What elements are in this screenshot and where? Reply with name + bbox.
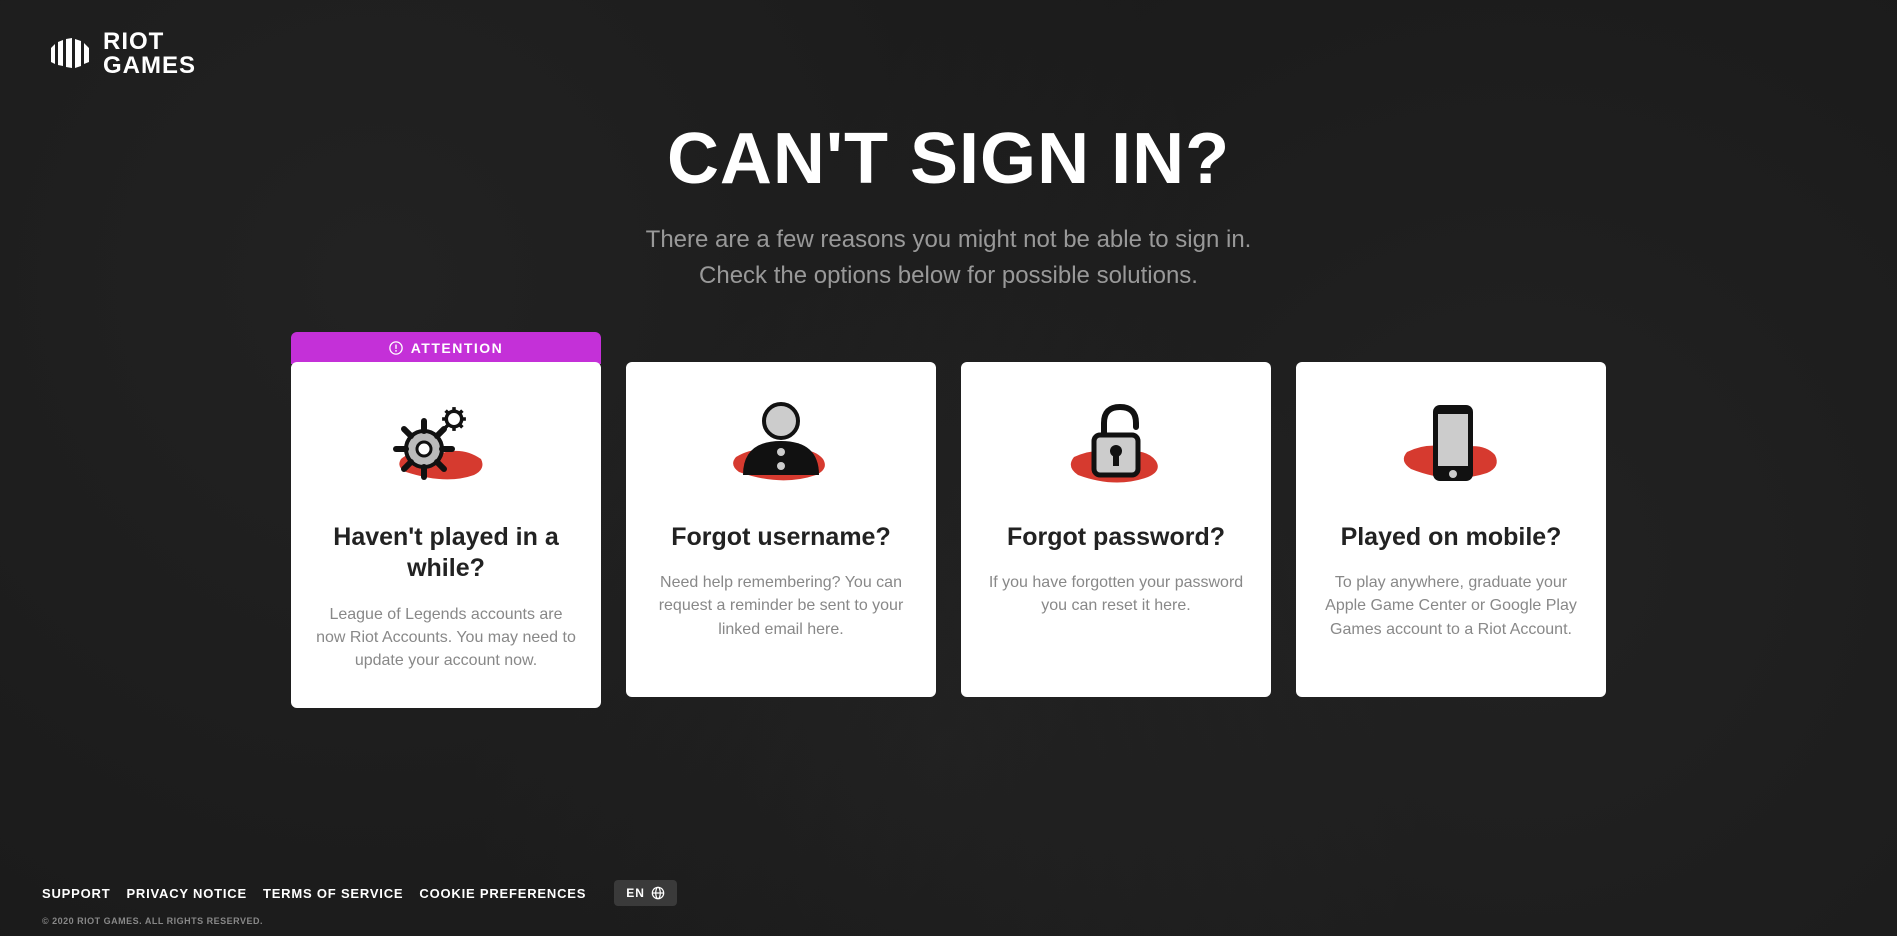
card-title: Forgot username? (650, 522, 912, 553)
card-forgot-username: Forgot username? Need help remembering? … (626, 362, 936, 708)
card-title: Forgot password? (985, 522, 1247, 553)
language-selector[interactable]: EN (614, 880, 677, 906)
footer-link-privacy[interactable]: PRIVACY NOTICE (126, 886, 247, 901)
card-title: Played on mobile? (1320, 522, 1582, 553)
header: RIOT GAMES (0, 0, 1897, 108)
footer-links: SUPPORT PRIVACY NOTICE TERMS OF SERVICE … (42, 880, 1855, 906)
card-title: Haven't played in a while? (315, 522, 577, 585)
footer-link-cookie[interactable]: COOKIE PREFERENCES (419, 886, 586, 901)
globe-icon (651, 886, 665, 900)
page-title: CAN'T SIGN IN? (667, 118, 1230, 200)
footer-link-support[interactable]: SUPPORT (42, 886, 110, 901)
attention-banner: ATTENTION (291, 332, 601, 364)
alert-icon (389, 341, 403, 355)
lock-icon (985, 392, 1247, 502)
page-subtitle: There are a few reasons you might not be… (646, 222, 1252, 294)
fist-icon (45, 30, 93, 78)
card-forgot-password: Forgot password? If you have forgotten y… (961, 362, 1271, 708)
logo-text: RIOT GAMES (103, 30, 196, 78)
card-desc: If you have forgotten your password you … (985, 571, 1247, 617)
card-desc: To play anywhere, graduate your Apple Ga… (1320, 571, 1582, 641)
footer-link-terms[interactable]: TERMS OF SERVICE (263, 886, 403, 901)
card-havent-played: ATTENTION (291, 362, 601, 708)
cards-container: ATTENTION (291, 332, 1606, 708)
main-content: CAN'T SIGN IN? There are a few reasons y… (0, 108, 1897, 862)
gear-icon (315, 392, 577, 502)
card-played-mobile-body[interactable]: Played on mobile? To play anywhere, grad… (1296, 362, 1606, 697)
riot-games-logo[interactable]: RIOT GAMES (45, 30, 1852, 78)
card-havent-played-body[interactable]: Haven't played in a while? League of Leg… (291, 362, 601, 708)
footer: SUPPORT PRIVACY NOTICE TERMS OF SERVICE … (0, 862, 1897, 936)
mobile-icon (1320, 392, 1582, 502)
card-played-mobile: Played on mobile? To play anywhere, grad… (1296, 362, 1606, 708)
copyright: © 2020 RIOT GAMES. ALL RIGHTS RESERVED. (42, 916, 1855, 926)
card-forgot-username-body[interactable]: Forgot username? Need help remembering? … (626, 362, 936, 697)
user-icon (650, 392, 912, 502)
card-desc: League of Legends accounts are now Riot … (315, 603, 577, 673)
card-forgot-password-body[interactable]: Forgot password? If you have forgotten y… (961, 362, 1271, 697)
card-desc: Need help remembering? You can request a… (650, 571, 912, 641)
